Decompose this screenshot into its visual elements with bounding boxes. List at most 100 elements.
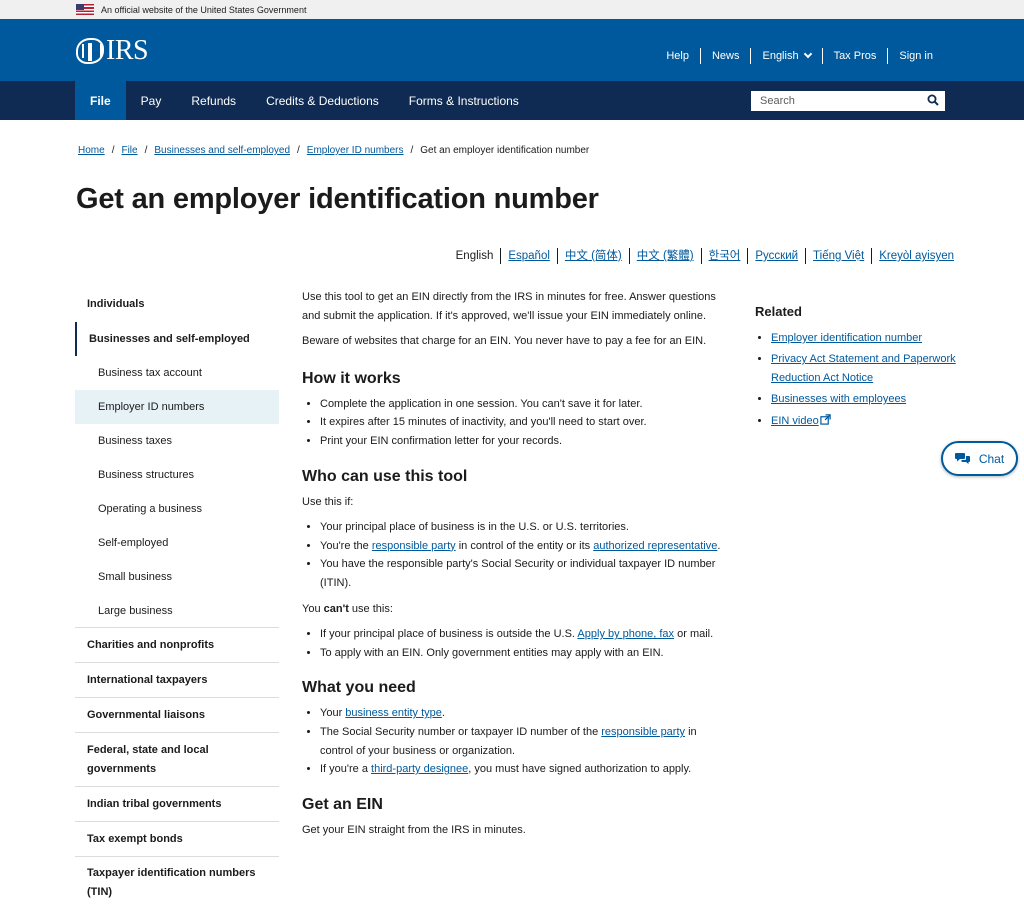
chat-button[interactable]: Chat <box>941 441 1018 476</box>
list-item: The Social Security number or taxpayer I… <box>320 723 722 760</box>
sidebar-nav: Individuals Businesses and self-employed… <box>75 287 279 907</box>
breadcrumb-employer-id[interactable]: Employer ID numbers <box>307 145 404 156</box>
related-ein-video-link[interactable]: EIN video <box>771 415 819 427</box>
text: You're the <box>320 539 372 552</box>
sidebar-item-individuals[interactable]: Individuals <box>75 287 279 322</box>
list-item: Your principal place of business is in t… <box>320 518 722 537</box>
list-item: It expires after 15 minutes of inactivit… <box>320 413 722 432</box>
lang-korean[interactable]: 한국어 <box>700 248 748 264</box>
cant-use-text: You can't use this: <box>302 600 722 619</box>
logo-text: IRS <box>106 35 149 66</box>
sidebar-item-indian-tribal[interactable]: Indian tribal governments <box>75 787 279 822</box>
chevron-down-icon <box>803 49 812 59</box>
utility-nav: Help News English Tax Pros Sign in <box>655 48 944 64</box>
apply-by-phone-fax-link[interactable]: Apply by phone, fax <box>577 628 674 640</box>
tax-pros-link[interactable]: Tax Pros <box>821 48 888 64</box>
sidebar-item-tax-exempt-bonds[interactable]: Tax exempt bonds <box>75 822 279 857</box>
lang-haitian-creole[interactable]: Kreyòl ayisyen <box>871 248 954 264</box>
breadcrumb-file[interactable]: File <box>121 145 137 156</box>
nav-refunds[interactable]: Refunds <box>176 81 251 120</box>
get-ein-text: Get your EIN straight from the IRS in mi… <box>302 823 526 836</box>
sign-in-link[interactable]: Sign in <box>887 48 944 64</box>
sidebar-sub-business-structures[interactable]: Business structures <box>75 458 279 492</box>
breadcrumb-separator: / <box>297 145 300 156</box>
breadcrumb-home[interactable]: Home <box>78 145 105 156</box>
chat-bubbles-icon <box>954 453 970 464</box>
list-item: You're the responsible party in control … <box>320 537 722 556</box>
text-emphasis: can't <box>323 602 349 615</box>
authorized-representative-link[interactable]: authorized representative <box>593 540 717 552</box>
lang-spanish[interactable]: Español <box>500 248 557 264</box>
sidebar-sub-small-business[interactable]: Small business <box>75 560 279 594</box>
lang-chinese-simplified[interactable]: 中文 (简体) <box>556 248 629 264</box>
text: You <box>302 602 324 615</box>
sidebar-item-governmental[interactable]: Governmental liaisons <box>75 698 279 733</box>
fee-warning: Beware of websites that charge for an EI… <box>302 335 707 348</box>
irs-logo[interactable]: IRS <box>76 35 149 66</box>
breadcrumb: Home / File / Businesses and self-employ… <box>78 145 589 156</box>
text: . <box>441 707 445 720</box>
language-dropdown[interactable]: English <box>750 48 821 64</box>
text: use this: <box>348 602 393 615</box>
sidebar-item-businesses[interactable]: Businesses and self-employed <box>75 322 279 356</box>
text: , you must have signed authorization to … <box>468 763 692 776</box>
sidebar-item-federal-state-local[interactable]: Federal, state and local governments <box>75 733 279 787</box>
sidebar-sub-operating[interactable]: Operating a business <box>75 492 279 526</box>
list-item: Privacy Act Statement and Paperwork Redu… <box>771 350 965 387</box>
what-you-need-heading: What you need <box>302 679 416 697</box>
how-it-works-heading: How it works <box>302 369 401 387</box>
third-party-designee-link[interactable]: third-party designee <box>371 763 468 775</box>
intro-paragraph: Use this tool to get an EIN directly fro… <box>302 291 716 322</box>
what-you-need-list: Your business entity type. The Social Se… <box>302 704 722 778</box>
sidebar-item-international[interactable]: International taxpayers <box>75 663 279 698</box>
main-nav: File Pay Refunds Credits & Deductions Fo… <box>0 81 1024 120</box>
nav-file[interactable]: File <box>75 81 126 120</box>
business-entity-type-link[interactable]: business entity type <box>345 707 442 719</box>
site-header: IRS Help News English Tax Pros Sign in <box>0 19 1024 81</box>
search-icon[interactable] <box>927 94 939 106</box>
breadcrumb-separator: / <box>111 145 115 156</box>
list-item: You have the responsible party's Social … <box>320 555 722 592</box>
text: If your principal place of business is o… <box>320 628 578 641</box>
nav-forms-instructions[interactable]: Forms & Instructions <box>394 81 534 120</box>
gov-banner-text: An official website of the United States… <box>101 4 307 15</box>
text: . <box>717 539 721 552</box>
language-switcher: English Español 中文 (简体) 中文 (繁體) 한국어 Русс… <box>449 248 954 264</box>
who-can-use-heading: Who can use this tool <box>302 467 468 485</box>
list-item: If you're a third-party designee, you mu… <box>320 760 722 779</box>
breadcrumb-businesses[interactable]: Businesses and self-employed <box>154 145 290 156</box>
help-link[interactable]: Help <box>655 48 700 64</box>
sidebar-sub-business-tax-account[interactable]: Business tax account <box>75 356 279 390</box>
nav-credits-deductions[interactable]: Credits & Deductions <box>251 81 394 120</box>
sidebar-sub-business-taxes[interactable]: Business taxes <box>75 424 279 458</box>
sidebar-item-charities[interactable]: Charities and nonprofits <box>75 628 279 663</box>
chat-label: Chat <box>978 451 1005 466</box>
sidebar-item-tin[interactable]: Taxpayer identification numbers (TIN) <box>75 857 279 907</box>
external-link-icon <box>820 413 831 425</box>
text: Your <box>320 707 346 720</box>
lang-russian[interactable]: Русский <box>747 248 805 264</box>
related-ein-link[interactable]: Employer identification number <box>771 332 922 344</box>
text: in control of the entity or its <box>455 539 594 552</box>
sidebar-sub-self-employed[interactable]: Self-employed <box>75 526 279 560</box>
related-businesses-employees-link[interactable]: Businesses with employees <box>771 393 906 405</box>
responsible-party-link-2[interactable]: responsible party <box>601 726 685 738</box>
lang-english: English <box>455 250 494 262</box>
related-privacy-act-link[interactable]: Privacy Act Statement and Paperwork Redu… <box>771 353 956 383</box>
lang-vietnamese[interactable]: Tiếng Việt <box>805 248 871 264</box>
responsible-party-link[interactable]: responsible party <box>372 540 456 552</box>
cant-use-list: If your principal place of business is o… <box>302 625 722 662</box>
nav-pay[interactable]: Pay <box>126 81 177 120</box>
search-input[interactable] <box>760 95 920 107</box>
main-content: Use this tool to get an EIN directly fro… <box>302 288 722 846</box>
list-item: Employer identification number <box>771 329 965 347</box>
list-item: EIN video <box>771 412 965 430</box>
get-an-ein-heading: Get an EIN <box>302 795 383 813</box>
news-link[interactable]: News <box>699 48 751 64</box>
breadcrumb-current: Get an employer identification number <box>420 145 590 156</box>
list-item: Print your EIN confirmation letter for y… <box>320 432 722 451</box>
sidebar-sub-employer-id[interactable]: Employer ID numbers <box>75 390 279 424</box>
text: If you're a <box>320 763 372 776</box>
sidebar-sub-large-business[interactable]: Large business <box>75 594 279 628</box>
lang-chinese-traditional[interactable]: 中文 (繁體) <box>628 248 701 264</box>
